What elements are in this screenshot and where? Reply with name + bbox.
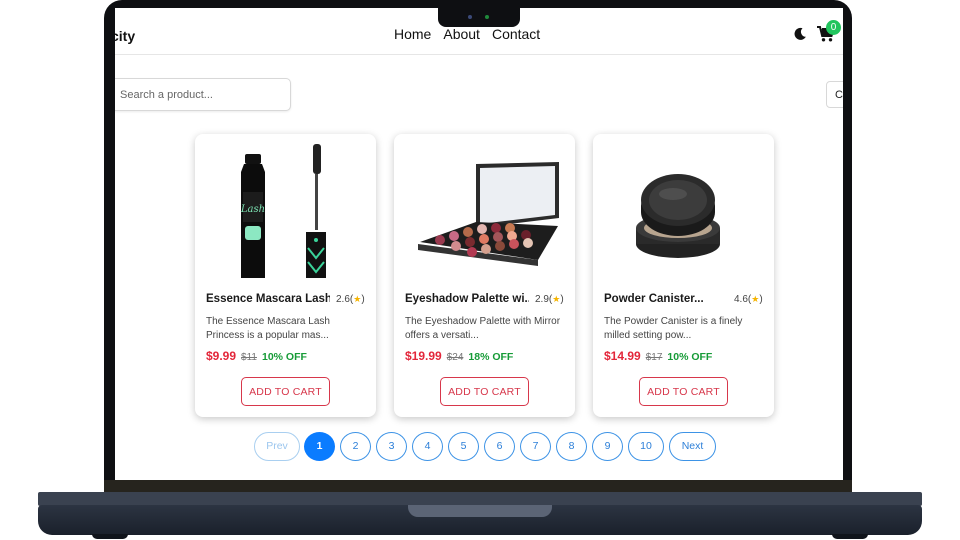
product-title[interactable]: Powder Canister... [604,293,728,305]
product-rating: 2.6(★) [336,294,365,305]
add-to-cart-button[interactable]: ADD TO CART [440,377,529,406]
pagination-page-6[interactable]: 6 [484,432,515,461]
pagination-next-button[interactable]: Next [669,432,716,461]
camera-lens-icon [468,15,472,19]
discount-label: 10% OFF [261,351,307,363]
camera-led-icon [485,15,489,19]
rating-value: 4.6 [734,294,748,305]
pagination-page-7[interactable]: 7 [520,432,551,461]
laptop-mockup: city Home About Contact 0 C [0,0,960,540]
product-card: Powder Canister... 4.6(★) The Powder Can… [593,134,774,417]
product-rating: 2.9(★) [535,294,564,305]
pagination-prev-button[interactable]: Prev [254,432,300,461]
search-box [115,78,291,111]
moon-icon[interactable] [793,27,807,41]
pagination-page-9[interactable]: 9 [592,432,623,461]
product-price: $19.99 [405,349,442,363]
add-to-cart-button[interactable]: ADD TO CART [639,377,728,406]
laptop-base-top [38,492,922,506]
nav-link-about[interactable]: About [443,26,480,42]
product-old-price: $24 [446,352,464,363]
product-old-price: $17 [645,352,663,363]
product-title[interactable]: Essence Mascara Lash... [206,293,330,305]
discount-label: 10% OFF [667,351,713,363]
laptop-foot [832,534,868,539]
add-to-cart-button[interactable]: ADD TO CART [241,377,330,406]
pagination-page-4[interactable]: 4 [412,432,443,461]
product-description: The Essence Mascara Lash Princess is a p… [206,316,330,341]
brand-logo[interactable]: city [115,28,135,44]
browser-viewport: city Home About Contact 0 C [115,8,843,480]
product-card: Eyeshadow Palette wi... 2.9(★) The Eyesh… [394,134,575,417]
laptop-opening-groove [408,505,552,517]
nav-links: Home About Contact [394,26,540,42]
nav-link-home[interactable]: Home [394,26,431,42]
product-card: Lash Essence Mascara Lash... 2.6(★) The … [195,134,376,417]
cart-count-badge: 0 [826,20,841,35]
pagination-page-10[interactable]: 10 [628,432,664,461]
nav-link-contact[interactable]: Contact [492,26,540,42]
discount-label: 18% OFF [468,351,514,363]
pagination-page-1[interactable]: 1 [304,432,335,461]
product-image-mascara: Lash [240,144,326,278]
camera-notch [438,8,520,27]
price-row: $9.99 $11 10% OFF [206,349,307,363]
laptop-foot [92,534,128,539]
star-icon: ★ [353,294,362,304]
product-price: $9.99 [206,349,237,363]
pagination-page-3[interactable]: 3 [376,432,407,461]
product-rating: 4.6(★) [734,294,763,305]
pagination-page-8[interactable]: 8 [556,432,587,461]
rating-value: 2.9 [535,294,549,305]
product-title[interactable]: Eyeshadow Palette wi... [405,293,529,305]
product-image-eyeshadow-palette [418,162,559,266]
price-row: $19.99 $24 18% OFF [405,349,513,363]
svg-text:Lash: Lash [240,204,265,215]
product-description: The Powder Canister is a finely milled s… [604,316,743,341]
rating-value: 2.6 [336,294,350,305]
product-old-price: $11 [241,352,257,363]
pagination-page-2[interactable]: 2 [340,432,371,461]
product-price: $14.99 [604,349,641,363]
category-select[interactable]: C [826,81,843,108]
product-description: The Eyeshadow Palette with Mirror offers… [405,316,561,341]
star-icon: ★ [552,294,561,304]
search-input[interactable] [120,79,280,110]
pagination-page-5[interactable]: 5 [448,432,479,461]
star-icon: ★ [751,294,760,304]
product-image-powder-canister [636,174,720,258]
laptop-hinge [104,480,852,492]
price-row: $14.99 $17 10% OFF [604,349,712,363]
